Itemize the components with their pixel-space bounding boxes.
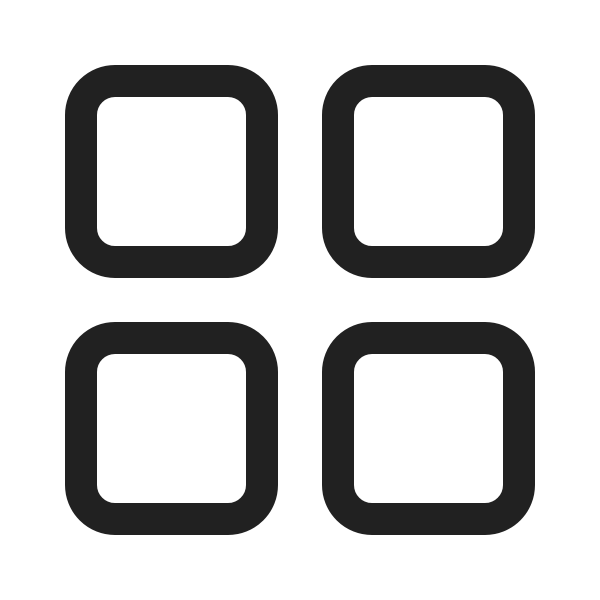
app-grid-icon-svg: [65, 65, 535, 535]
grid-tile-bottom-right: [322, 322, 535, 535]
app-grid-icon: [0, 0, 600, 600]
icon-canvas: [0, 0, 600, 600]
grid-tile-top-right: [322, 65, 535, 278]
grid-tile-top-left: [65, 65, 278, 278]
grid-tile-bottom-left: [65, 322, 278, 535]
